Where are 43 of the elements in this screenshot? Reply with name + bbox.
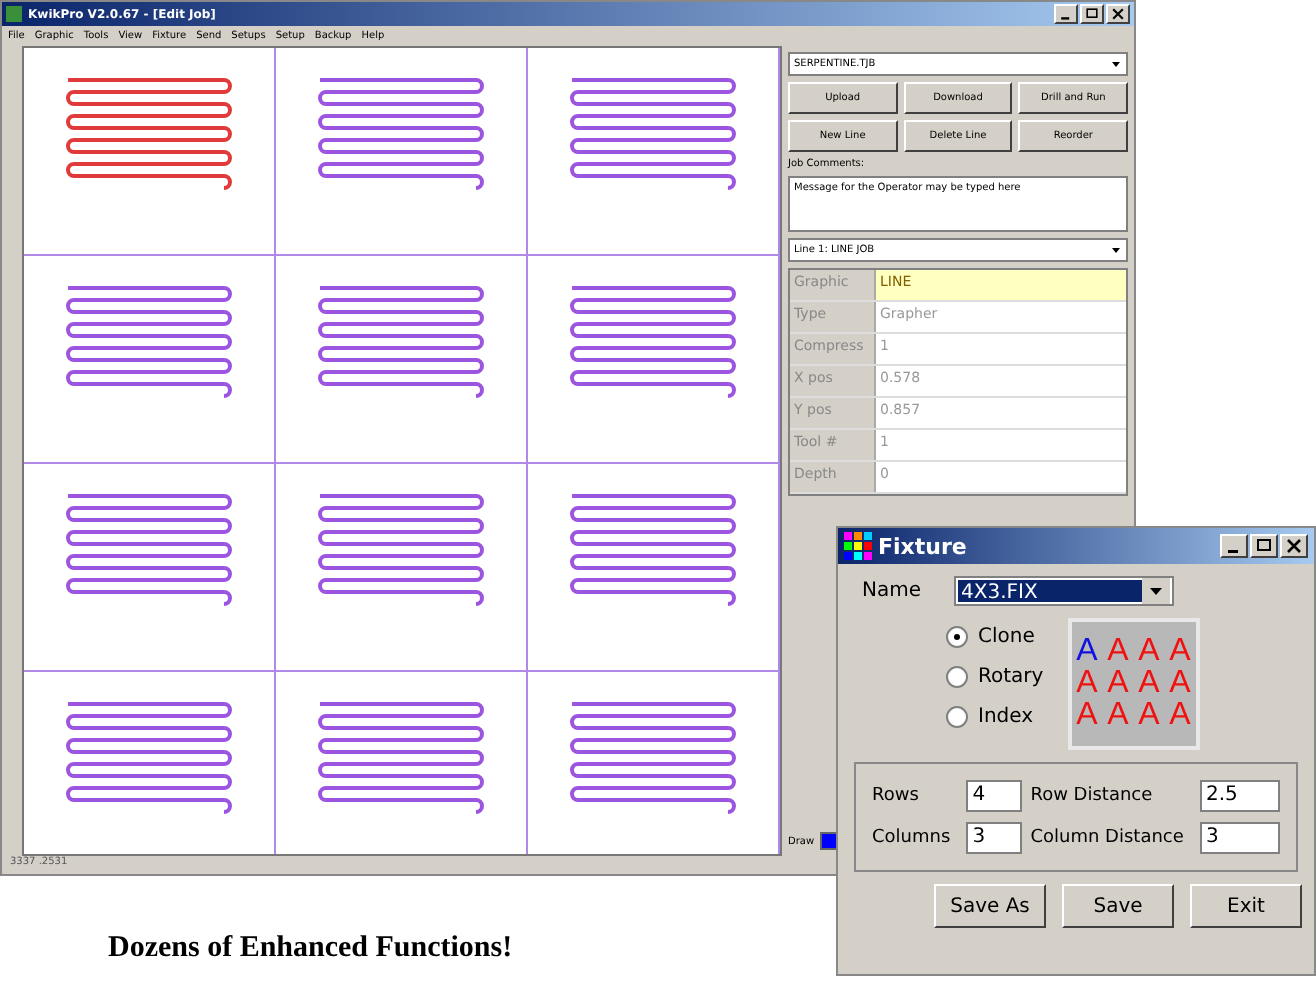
preview-letter: A [1074,700,1100,732]
field-label: Rows [872,786,921,806]
preview-letter: A [1136,700,1162,732]
name-dropdown[interactable]: 4X3.FIX [953,576,1174,606]
preview-letter: A [1167,636,1193,668]
grid-icon [844,532,872,560]
preview-letter: A [1136,636,1162,668]
preview-letter: A [1105,668,1131,700]
radio-label: Rotary [978,666,1044,688]
dropdown-arrow-icon [1110,244,1122,256]
dialog-button[interactable]: Save [1062,884,1174,928]
radio-button[interactable] [946,706,968,728]
radio-label: Index [978,706,1034,728]
preview-letter: A [1105,700,1131,732]
dropdown-arrow-icon [1110,58,1122,70]
field-label: Column Distance [1030,828,1186,848]
input-field[interactable]: 3 [1200,822,1280,854]
app-icon [6,6,22,22]
preview-letter: A [1074,636,1100,668]
minimize-button[interactable] [1220,534,1248,558]
field-label: Row Distance [1030,786,1155,806]
name-label: Name [862,580,922,602]
preview-letter: A [1167,668,1193,700]
preview-letter: A [1074,668,1100,700]
radio-button[interactable] [946,666,968,688]
radio-button[interactable] [946,626,968,648]
dialog-title: Fixture [878,533,969,559]
caption-text: Dozens of Enhanced Functions! [108,932,513,966]
dialog-button[interactable]: Save As [934,884,1046,928]
radio-label: Clone [978,626,1035,648]
close-button[interactable] [1106,4,1130,24]
preview-letter: A [1136,668,1162,700]
dialog-button[interactable]: Exit [1190,884,1302,928]
input-field[interactable]: 3 [966,822,1023,854]
close-button[interactable] [1280,534,1308,558]
input-field[interactable]: 2.5 [1200,780,1280,812]
maximize-button[interactable] [1250,534,1278,558]
maximize-button[interactable] [1080,4,1104,24]
field-label: Columns [872,828,953,848]
input-field[interactable]: 4 [966,780,1023,812]
preview-letter: A [1105,636,1131,668]
minimize-button[interactable] [1054,4,1078,24]
preview-letter: A [1167,700,1193,732]
